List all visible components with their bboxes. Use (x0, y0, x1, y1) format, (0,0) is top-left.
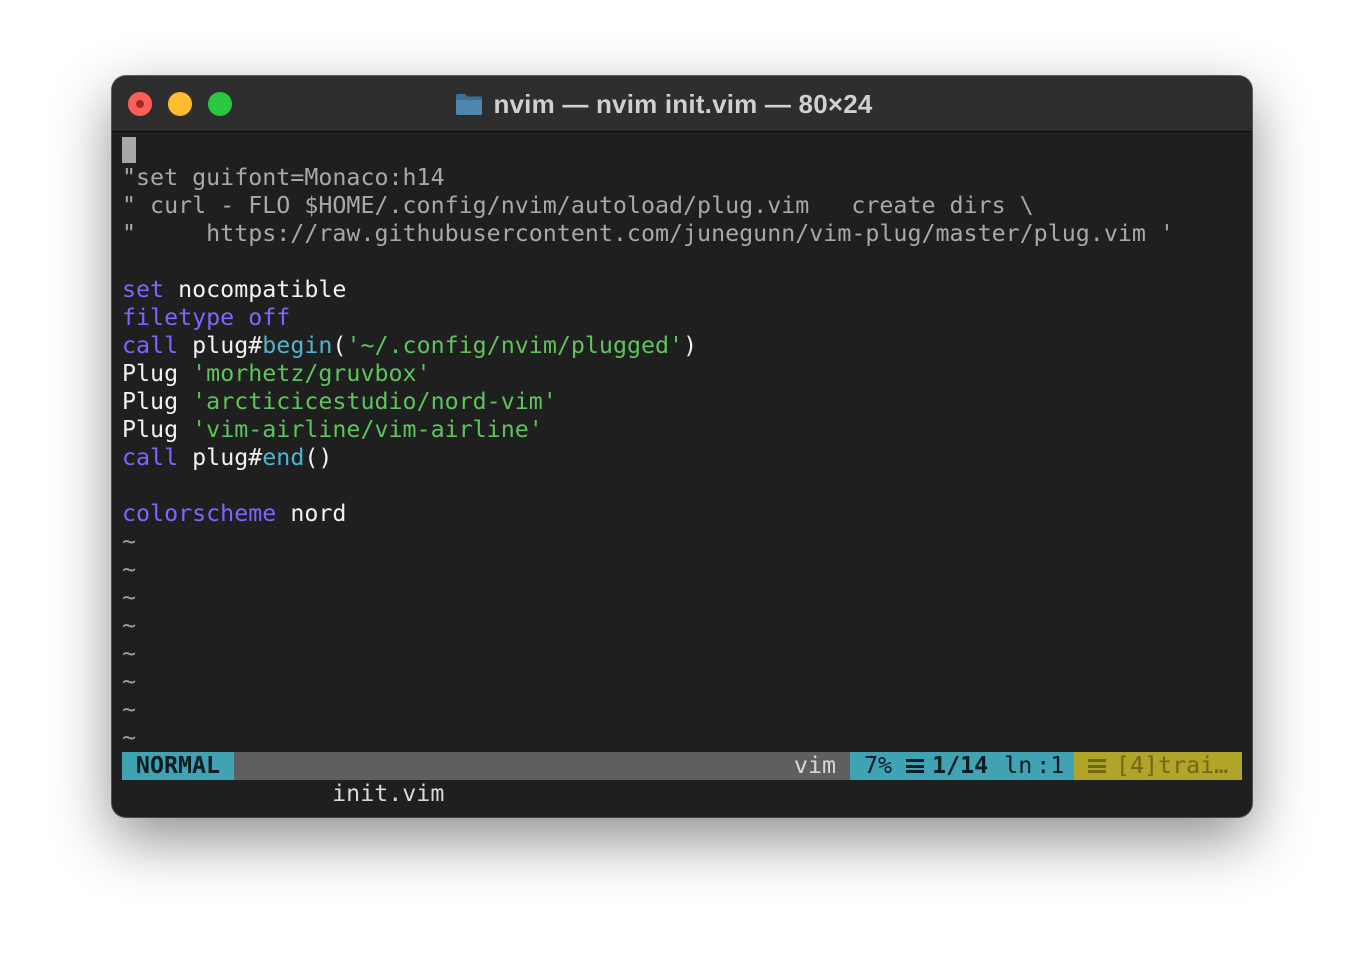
empty-line-marker: ~ (122, 668, 137, 695)
comment-line: " curl - FLO $HOME/.config/nvim/autoload… (122, 192, 1034, 219)
empty-line-marker: ~ (122, 640, 137, 667)
plug-command: Plug (122, 388, 179, 415)
editor-line (122, 136, 1242, 164)
argument: nord (290, 500, 347, 527)
warning-icon (1088, 759, 1106, 773)
editor-line: filetype off (122, 304, 1242, 332)
status-warning: [4]trai… (1074, 752, 1242, 780)
keyword: call (122, 332, 179, 359)
function-name: begin (262, 332, 333, 359)
window-title: nvim — nvim init.vim — 80×24 (493, 88, 873, 119)
terminal-window: nvim — nvim init.vim — 80×24 "set guifon… (112, 76, 1252, 817)
status-position: 7% 1/14 ln :1 (850, 752, 1074, 780)
status-column-label: ln (1004, 752, 1033, 779)
keyword: filetype (122, 304, 235, 331)
string-literal: 'arcticicestudio/nord-vim' (192, 388, 557, 415)
empty-line-marker: ~ (122, 724, 137, 751)
editor-line: Plug 'arcticicestudio/nord-vim' (122, 388, 1242, 416)
function-name: end (262, 444, 305, 471)
line-number-icon (906, 759, 925, 773)
empty-line-marker: ~ (122, 612, 137, 639)
keyword: call (122, 444, 179, 471)
status-percent: 7% (864, 752, 893, 779)
editor-line: Plug 'morhetz/gruvbox' (122, 360, 1242, 388)
string-literal: 'morhetz/gruvbox' (192, 360, 431, 387)
paren: ( (332, 332, 347, 359)
string-literal: '~/.config/nvim/plugged' (346, 332, 684, 359)
paren: () (304, 444, 333, 471)
empty-line-marker: ~ (122, 696, 137, 723)
empty-line-marker: ~ (122, 584, 137, 611)
text-cursor (122, 137, 136, 163)
string-literal: 'vim-airline/vim-airline' (192, 416, 543, 443)
editor-line: colorscheme nord (122, 500, 1242, 528)
title-bar: nvim — nvim init.vim — 80×24 (112, 76, 1252, 132)
comment-line: " https://raw.githubusercontent.com/june… (122, 220, 1174, 247)
keyword: colorscheme (122, 500, 277, 527)
empty-line-marker: ~ (122, 556, 137, 583)
argument: nocompatible (178, 276, 347, 303)
status-line: NORMAL init.vim vim 7% 1/14 ln :1 [4]tra… (122, 752, 1242, 807)
status-filetype: vim (793, 752, 836, 779)
function-prefix: plug# (192, 444, 263, 471)
empty-line-marker: ~ (122, 528, 137, 555)
status-filename: init.vim (332, 780, 445, 807)
mode-indicator: NORMAL (122, 752, 234, 780)
editor-line: call plug#end() (122, 444, 1242, 472)
folder-icon (456, 94, 483, 115)
keyword: set (122, 276, 165, 303)
comment-line: "set guifont=Monaco:h14 (122, 164, 445, 191)
status-file-section: init.vim vim (234, 752, 850, 807)
status-warning-text: [4]trai… (1116, 752, 1229, 779)
status-column-value: :1 (1036, 752, 1065, 779)
editor-line: call plug#begin('~/.config/nvim/plugged'… (122, 332, 1242, 360)
plug-command: Plug (122, 360, 179, 387)
paren: ) (683, 332, 698, 359)
status-line-position: 1/14 (932, 752, 989, 779)
function-prefix: plug# (192, 332, 263, 359)
editor-line: Plug 'vim-airline/vim-airline' (122, 416, 1242, 444)
argument: off (248, 304, 291, 331)
editor-buffer[interactable]: "set guifont=Monaco:h14 " curl - FLO $HO… (122, 136, 1242, 752)
plug-command: Plug (122, 416, 179, 443)
editor-line: set nocompatible (122, 276, 1242, 304)
